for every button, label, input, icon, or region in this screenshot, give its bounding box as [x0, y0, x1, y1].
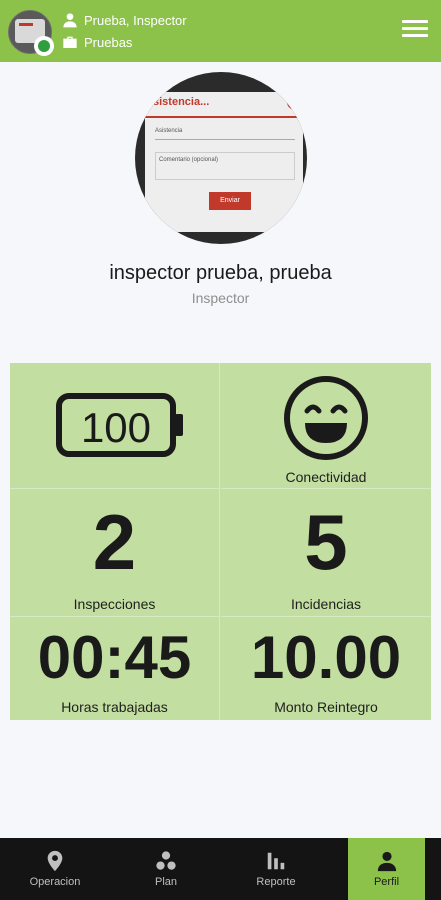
header-group-line: Pruebas [62, 33, 132, 51]
nav-item-reporte[interactable]: Reporte [235, 838, 317, 900]
hamburger-menu-icon[interactable] [402, 20, 428, 42]
profile-photo: sistencia... Asistencia Comentario (opci… [135, 72, 307, 244]
profile-photo-content: sistencia... Asistencia Comentario (opci… [145, 92, 303, 232]
hours-cell: 00:45 Horas trabajadas [10, 617, 220, 720]
nav-label-operacion: Operacion [29, 876, 81, 888]
connectivity-cell: Conectividad [221, 363, 431, 489]
reimbursement-cell: 10.00 Monto Reintegro [221, 617, 431, 720]
incidents-value: 5 [304, 498, 348, 586]
person-icon [377, 851, 396, 872]
person-icon [63, 13, 77, 28]
map-pin-icon [47, 850, 63, 872]
hours-value: 00:45 [37, 624, 192, 691]
inspections-value: 2 [92, 498, 137, 586]
photo-divider [145, 116, 303, 118]
online-status-icon [34, 36, 54, 56]
stats-grid: 100 Conectividad 2 Inspecciones 5 Incide… [10, 363, 431, 720]
battery-icon: 100 [56, 393, 183, 457]
app-header: Prueba, Inspector Pruebas [0, 0, 441, 62]
nav-item-plan[interactable]: Plan [125, 838, 207, 900]
photo-comment: Comentario (opcional) [155, 152, 295, 180]
photo-send-button: Enviar [209, 192, 251, 210]
header-group-name: Pruebas [84, 34, 133, 50]
incidents-label: Incidencias [290, 596, 362, 612]
photo-badge [287, 94, 303, 110]
connectivity-label: Conectividad [285, 469, 367, 485]
nav-item-perfil[interactable]: Perfil [348, 838, 425, 900]
battery-value: 100 [81, 404, 151, 451]
nav-label-plan: Plan [154, 876, 178, 888]
inspections-cell: 2 Inspecciones [10, 489, 220, 617]
dots-cluster-icon [156, 851, 176, 870]
inspections-label: Inspecciones [73, 596, 156, 612]
bar-chart-icon [267, 852, 285, 870]
smiley-face-icon [284, 376, 368, 460]
reimbursement-value: 10.00 [250, 624, 402, 691]
header-user-name: Prueba, Inspector [84, 12, 187, 28]
nav-item-operacion[interactable]: Operacion [14, 838, 96, 900]
photo-title-text: sistencia... [153, 96, 210, 108]
reimbursement-label: Monto Reintegro [274, 699, 378, 715]
header-user-line: Prueba, Inspector [62, 11, 187, 29]
nav-label-reporte: Reporte [256, 876, 296, 888]
incidents-cell: 5 Incidencias [221, 489, 431, 617]
nav-label-perfil: Perfil [373, 876, 400, 888]
briefcase-icon [63, 36, 77, 48]
profile-name: inspector prueba, prueba [109, 262, 332, 284]
battery-cell: 100 [10, 363, 220, 489]
profile-role: Inspector [191, 290, 250, 306]
photo-field: Asistencia [155, 124, 295, 140]
hours-label: Horas trabajadas [61, 699, 168, 715]
bottom-navigation: Operacion Plan Reporte Perfil [0, 838, 441, 900]
